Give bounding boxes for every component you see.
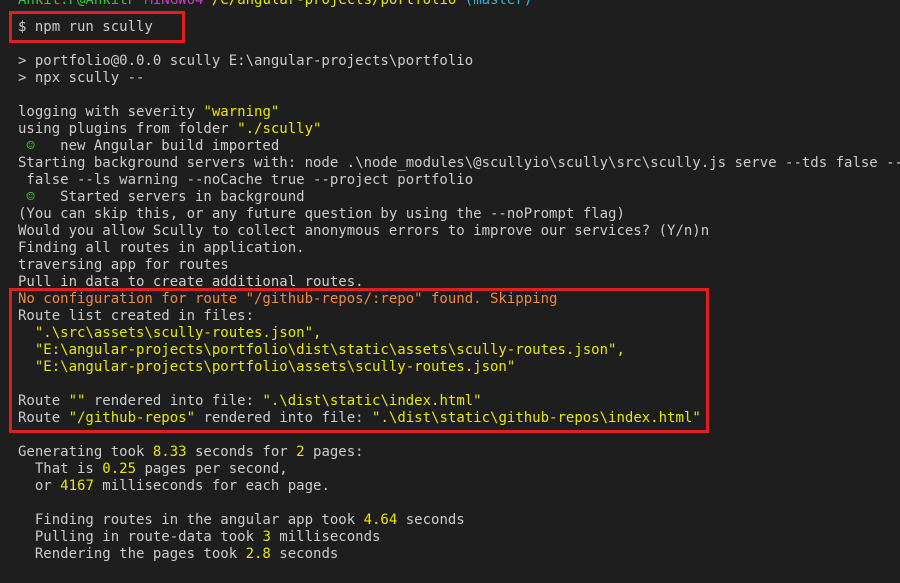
output-line: ☺ new Angular build imported	[18, 138, 280, 154]
output-line: traversing app for routes	[18, 257, 229, 273]
smiley-icon: ☺	[18, 189, 35, 205]
output-line: Finding routes in the angular app took 4…	[18, 512, 465, 528]
prompt-shell: MINGW64	[144, 0, 204, 8]
output-line: > npx scully --	[18, 70, 145, 86]
prompt-branch: (master)	[464, 0, 533, 8]
output-line: or 4167 milliseconds for each page.	[18, 478, 330, 494]
output-line: Rendering the pages took 2.8 seconds	[18, 546, 339, 562]
output-line: Generating took 8.33 seconds for 2 pages…	[18, 444, 364, 460]
output-line: using plugins from folder "./scully"	[18, 121, 322, 137]
command-highlight-box	[9, 11, 185, 43]
routes-highlight-box	[9, 288, 709, 433]
output-line: ☺ Started servers in background	[18, 189, 305, 205]
output-line: false --ls warning --noCache true --proj…	[18, 172, 474, 188]
output-line: Pulling in route-data took 3 millisecond…	[18, 529, 381, 545]
output-line: Starting background servers with: node .…	[18, 155, 900, 171]
prompt-line: Ankit.P@AnkitP MINGW64 /e/angular-projec…	[18, 0, 898, 9]
prompt-path: /e/angular-projects/portfolio	[211, 0, 457, 8]
output-line: Finding all routes in application.	[18, 240, 305, 256]
output-line: > portfolio@0.0.0 scully E:\angular-proj…	[18, 53, 474, 69]
output-line: Would you allow Scully to collect anonym…	[18, 223, 710, 239]
smiley-icon: ☺	[18, 138, 35, 154]
terminal-output: Ankit.P@AnkitP MINGW64 /e/angular-projec…	[18, 0, 900, 563]
output-line: logging with severity "warning"	[18, 104, 280, 120]
output-line: That is 0.25 pages per second,	[18, 461, 288, 477]
prompt-user: Ankit.P@AnkitP	[18, 0, 137, 8]
output-line: (You can skip this, or any future questi…	[18, 206, 625, 222]
